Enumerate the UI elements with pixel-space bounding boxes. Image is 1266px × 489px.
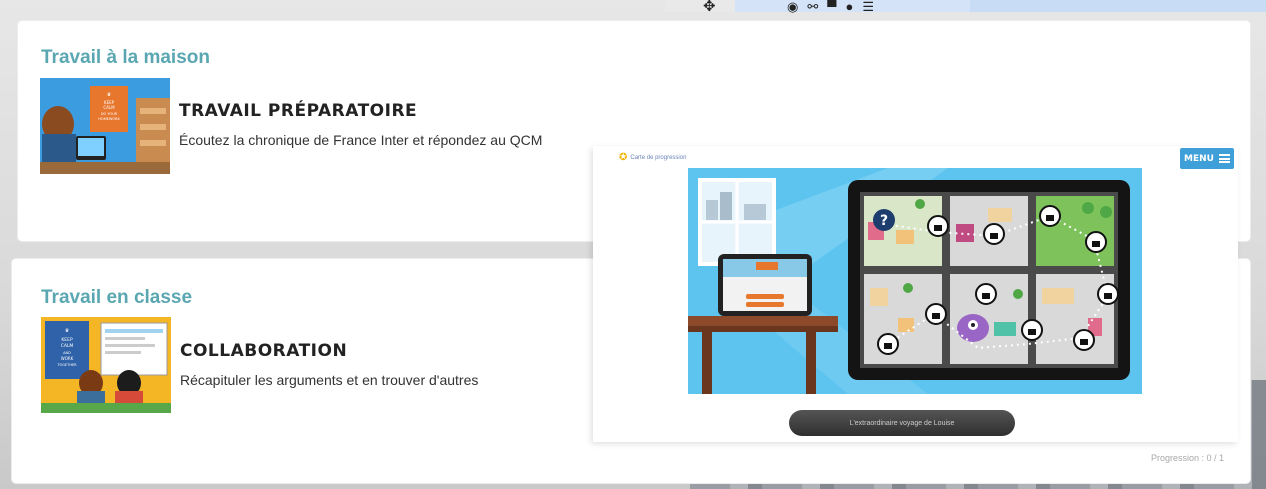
- share-icon[interactable]: ⚯: [807, 0, 818, 13]
- svg-text:DO YOUR: DO YOUR: [101, 112, 118, 116]
- svg-text:CALM: CALM: [103, 105, 115, 110]
- hat-icon[interactable]: ▀: [827, 0, 836, 13]
- star-icon: ✪: [619, 152, 628, 163]
- start-journey-button[interactable]: L'extraordinaire voyage de Louise: [789, 410, 1015, 436]
- svg-text:♛: ♛: [107, 92, 111, 98]
- svg-text:KEEP: KEEP: [61, 337, 73, 343]
- progression-map-link[interactable]: ✪ Carte de progression: [619, 152, 687, 163]
- svg-text:HOMEWORK: HOMEWORK: [98, 117, 120, 121]
- top-toolbar: ✥ ◉ ⚯ ▀ ● ☰: [665, 0, 1266, 15]
- menu-button[interactable]: MENU: [1180, 148, 1234, 169]
- hamburger-icon: [1218, 154, 1230, 163]
- svg-text:WORK: WORK: [61, 356, 74, 361]
- move-icon[interactable]: ✥: [703, 0, 716, 15]
- svg-text:♛: ♛: [65, 328, 69, 334]
- thumbnail-collaboration[interactable]: ♛ KEEP CALM AND WORK TOGETHER: [41, 317, 171, 413]
- activity-description-preparatory: Écoutez la chronique de France Inter et …: [179, 132, 543, 148]
- menu-label: MENU: [1184, 153, 1214, 164]
- activity-description-collaboration: Récapituler les arguments et en trouver …: [180, 372, 479, 388]
- svg-text:AND: AND: [63, 351, 71, 355]
- person-icon[interactable]: ●: [845, 0, 853, 13]
- activity-title-preparatory[interactable]: TRAVAIL PRÉPARATOIRE: [179, 101, 417, 121]
- toolbar-right: [970, 0, 1266, 12]
- progress-indicator: Progression : 0 / 1: [1150, 453, 1224, 463]
- progression-overlay: ✪ Carte de progression MENU ? L'extraord…: [593, 146, 1238, 442]
- svg-text:?: ?: [880, 213, 888, 229]
- section-title-home: Travail à la maison: [41, 47, 210, 68]
- toolbar-icons: ◉ ⚯ ▀ ● ☰: [735, 0, 970, 13]
- eye-icon[interactable]: ◉: [787, 0, 798, 13]
- list-icon[interactable]: ☰: [862, 0, 874, 13]
- section-title-class: Travail en classe: [41, 287, 193, 308]
- progression-map-illustration[interactable]: ?: [688, 168, 1142, 394]
- activity-title-collaboration[interactable]: COLLABORATION: [180, 341, 347, 361]
- progression-map-label: Carte de progression: [630, 155, 687, 161]
- svg-text:TOGETHER: TOGETHER: [56, 363, 77, 367]
- svg-text:CALM: CALM: [61, 343, 74, 349]
- toolbar-left: ✥: [665, 0, 735, 15]
- thumbnail-homework[interactable]: ♛ KEEP CALM DO YOUR HOMEWORK: [40, 78, 170, 174]
